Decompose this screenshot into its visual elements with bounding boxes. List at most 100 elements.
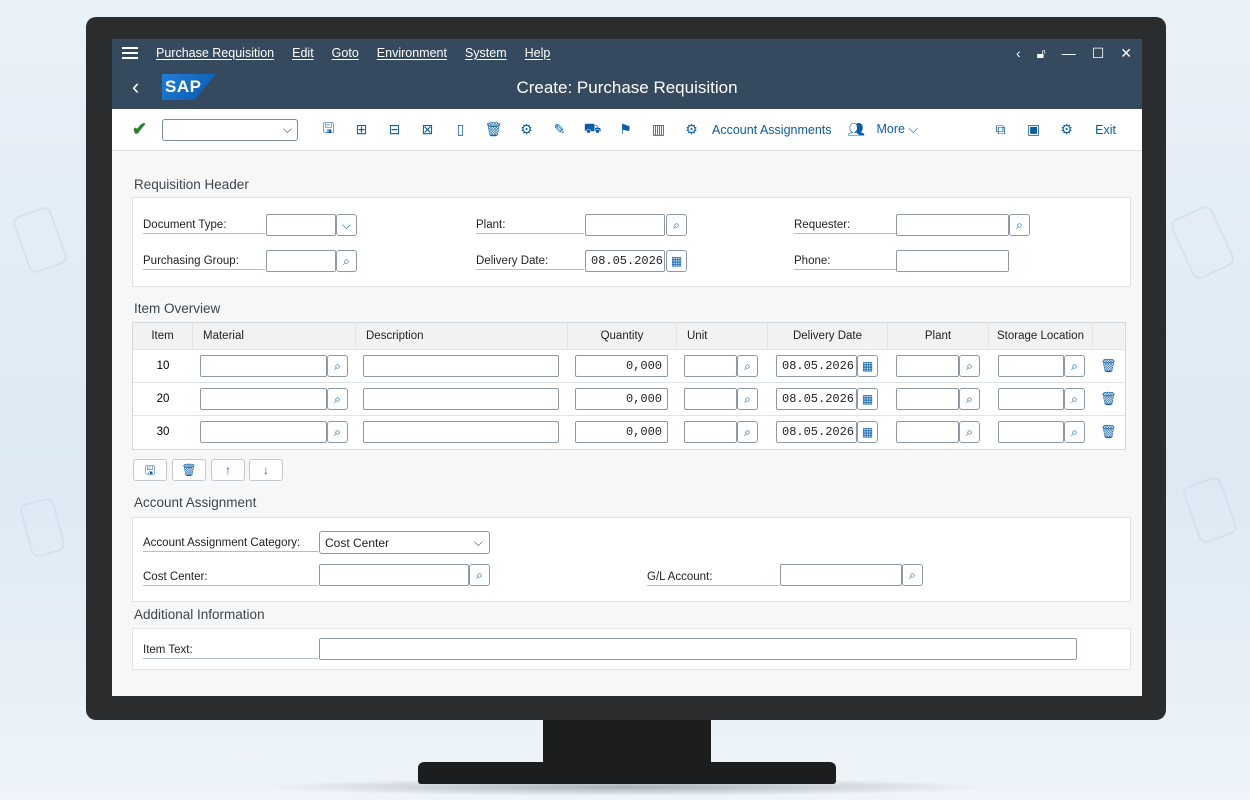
users-icon[interactable]: 👥︎ xyxy=(840,121,873,138)
menu-edit[interactable]: Edit xyxy=(292,46,314,60)
row-plant-field[interactable] xyxy=(896,355,959,377)
edit-document-icon[interactable]: ✎ xyxy=(543,121,576,138)
description-field[interactable] xyxy=(363,355,559,377)
move-up-button[interactable]: ↑ xyxy=(211,459,245,481)
material-field[interactable] xyxy=(200,388,327,410)
grid-edit-icon[interactable]: ⊠ xyxy=(411,121,444,138)
purchasing-group-field[interactable] xyxy=(266,250,336,272)
material-search[interactable]: ⌕ xyxy=(327,421,348,443)
menu-purchase-requisition[interactable]: Purchase Requisition xyxy=(156,46,274,60)
bar-chart-icon[interactable]: ▥ xyxy=(642,121,675,138)
row-delivery-date-field[interactable]: 08.05.2026 xyxy=(776,355,857,377)
maximize-icon[interactable]: ☐ xyxy=(1092,45,1105,62)
exit-button[interactable]: Exit xyxy=(1095,123,1116,137)
storage-location-field[interactable] xyxy=(998,355,1064,377)
back-arrow-icon[interactable]: ‹ xyxy=(132,74,139,100)
additional-information-panel: Item Text: xyxy=(132,628,1131,670)
window-new-icon[interactable]: ⧉ xyxy=(984,121,1017,138)
gl-account-field[interactable] xyxy=(780,564,902,586)
phone-field[interactable] xyxy=(896,250,1009,272)
storage-location-field[interactable] xyxy=(998,388,1064,410)
delete-icon[interactable]: 🗑︎ xyxy=(477,121,510,138)
item-overview-title: Item Overview xyxy=(134,301,221,316)
storage-location-search[interactable]: ⌕ xyxy=(1064,388,1085,410)
gl-account-search[interactable]: ⌕ xyxy=(902,564,923,586)
storage-location-search[interactable]: ⌕ xyxy=(1064,355,1085,377)
more-button[interactable]: More ⌵ xyxy=(877,122,918,137)
close-icon[interactable]: ✕ xyxy=(1120,45,1132,62)
material-search[interactable]: ⌕ xyxy=(327,388,348,410)
row-plant-search[interactable]: ⌕ xyxy=(959,355,980,377)
plant-search[interactable]: ⌕ xyxy=(666,214,687,236)
row-plant-field[interactable] xyxy=(896,421,959,443)
row-delivery-date-field[interactable]: 08.05.2026 xyxy=(776,388,857,410)
material-search[interactable]: ⌕ xyxy=(327,355,348,377)
minimize-icon[interactable]: — xyxy=(1062,45,1076,61)
calendar-icon[interactable]: ▦ xyxy=(857,421,878,443)
grid-add-icon[interactable]: ⊞ xyxy=(345,121,378,138)
account-assignment-category-select[interactable]: Cost Center ⌵ xyxy=(319,531,490,554)
command-field[interactable]: ⌵ xyxy=(162,118,298,141)
org-units-icon[interactable]: ⚙ xyxy=(510,121,543,138)
hamburger-menu-icon[interactable] xyxy=(122,44,138,62)
account-assignments-button[interactable]: Account Assignments xyxy=(712,123,832,137)
menu-goto[interactable]: Goto xyxy=(332,46,359,60)
requester-search[interactable]: ⌕ xyxy=(1009,214,1030,236)
enter-check-icon[interactable]: ✔ xyxy=(132,119,162,140)
material-field[interactable] xyxy=(200,355,327,377)
menu-system[interactable]: System xyxy=(465,46,507,60)
purchasing-group-search[interactable]: ⌕ xyxy=(336,250,357,272)
requester-label: Requester: xyxy=(794,219,896,234)
truck-icon[interactable]: ⛟ xyxy=(576,120,609,139)
lock-icon[interactable]: 🔓︎ xyxy=(1037,45,1046,62)
item-text-field[interactable] xyxy=(319,638,1077,660)
item-text-label: Item Text: xyxy=(143,644,318,659)
row-plant-field[interactable] xyxy=(896,388,959,410)
delete-row-icon[interactable]: 🗑︎ xyxy=(1100,424,1117,440)
description-field[interactable] xyxy=(363,421,559,443)
save-icon[interactable]: 🖫 xyxy=(312,118,345,142)
calendar-icon[interactable]: ▦ xyxy=(666,250,687,272)
menu-help[interactable]: Help xyxy=(525,46,551,60)
account-assignments-icon[interactable]: ⚙ xyxy=(675,121,708,138)
row-delivery-date-field[interactable]: 08.05.2026 xyxy=(776,421,857,443)
calendar-icon[interactable]: ▦ xyxy=(857,388,878,410)
quantity-field[interactable]: 0,000 xyxy=(575,421,668,443)
collapse-chevron-icon[interactable]: ‹ xyxy=(1016,45,1021,61)
document-icon[interactable]: ▯ xyxy=(444,121,477,138)
unit-search[interactable]: ⌕ xyxy=(737,421,758,443)
unit-field[interactable] xyxy=(684,421,737,443)
window-controls: ‹ 🔓︎ — ☐ ✕ xyxy=(1016,45,1142,62)
calendar-icon[interactable]: ▦ xyxy=(857,355,878,377)
row-plant-search[interactable]: ⌕ xyxy=(959,421,980,443)
material-field[interactable] xyxy=(200,421,327,443)
menu-environment[interactable]: Environment xyxy=(377,46,447,60)
cost-center-field[interactable] xyxy=(319,564,469,586)
quantity-field[interactable]: 0,000 xyxy=(575,355,668,377)
gl-account-label: G/L Account: xyxy=(647,571,779,586)
document-type-field[interactable] xyxy=(266,214,336,236)
requester-field[interactable] xyxy=(896,214,1009,236)
save-row-button[interactable]: 🖫 xyxy=(133,459,167,481)
plant-field[interactable] xyxy=(585,214,665,236)
delete-row-button[interactable]: 🗑︎ xyxy=(172,459,206,481)
unit-search[interactable]: ⌕ xyxy=(737,355,758,377)
description-field[interactable] xyxy=(363,388,559,410)
settings-icon[interactable]: ⚙ xyxy=(1050,121,1083,138)
document-type-dropdown[interactable]: ⌵ xyxy=(336,214,357,236)
move-down-button[interactable]: ↓ xyxy=(249,459,283,481)
unit-field[interactable] xyxy=(684,388,737,410)
unit-field[interactable] xyxy=(684,355,737,377)
delete-row-icon[interactable]: 🗑︎ xyxy=(1100,358,1117,374)
window-layout-icon[interactable]: ▣ xyxy=(1017,121,1050,138)
storage-location-search[interactable]: ⌕ xyxy=(1064,421,1085,443)
row-plant-search[interactable]: ⌕ xyxy=(959,388,980,410)
cost-center-search[interactable]: ⌕ xyxy=(469,564,490,586)
grid-link-icon[interactable]: ⊟ xyxy=(378,121,411,138)
delete-row-icon[interactable]: 🗑︎ xyxy=(1100,391,1117,407)
unit-search[interactable]: ⌕ xyxy=(737,388,758,410)
delivery-date-field[interactable]: 08.05.2026 xyxy=(585,250,665,272)
quantity-field[interactable]: 0,000 xyxy=(575,388,668,410)
flag-icon[interactable]: ⚑ xyxy=(609,121,642,138)
storage-location-field[interactable] xyxy=(998,421,1064,443)
